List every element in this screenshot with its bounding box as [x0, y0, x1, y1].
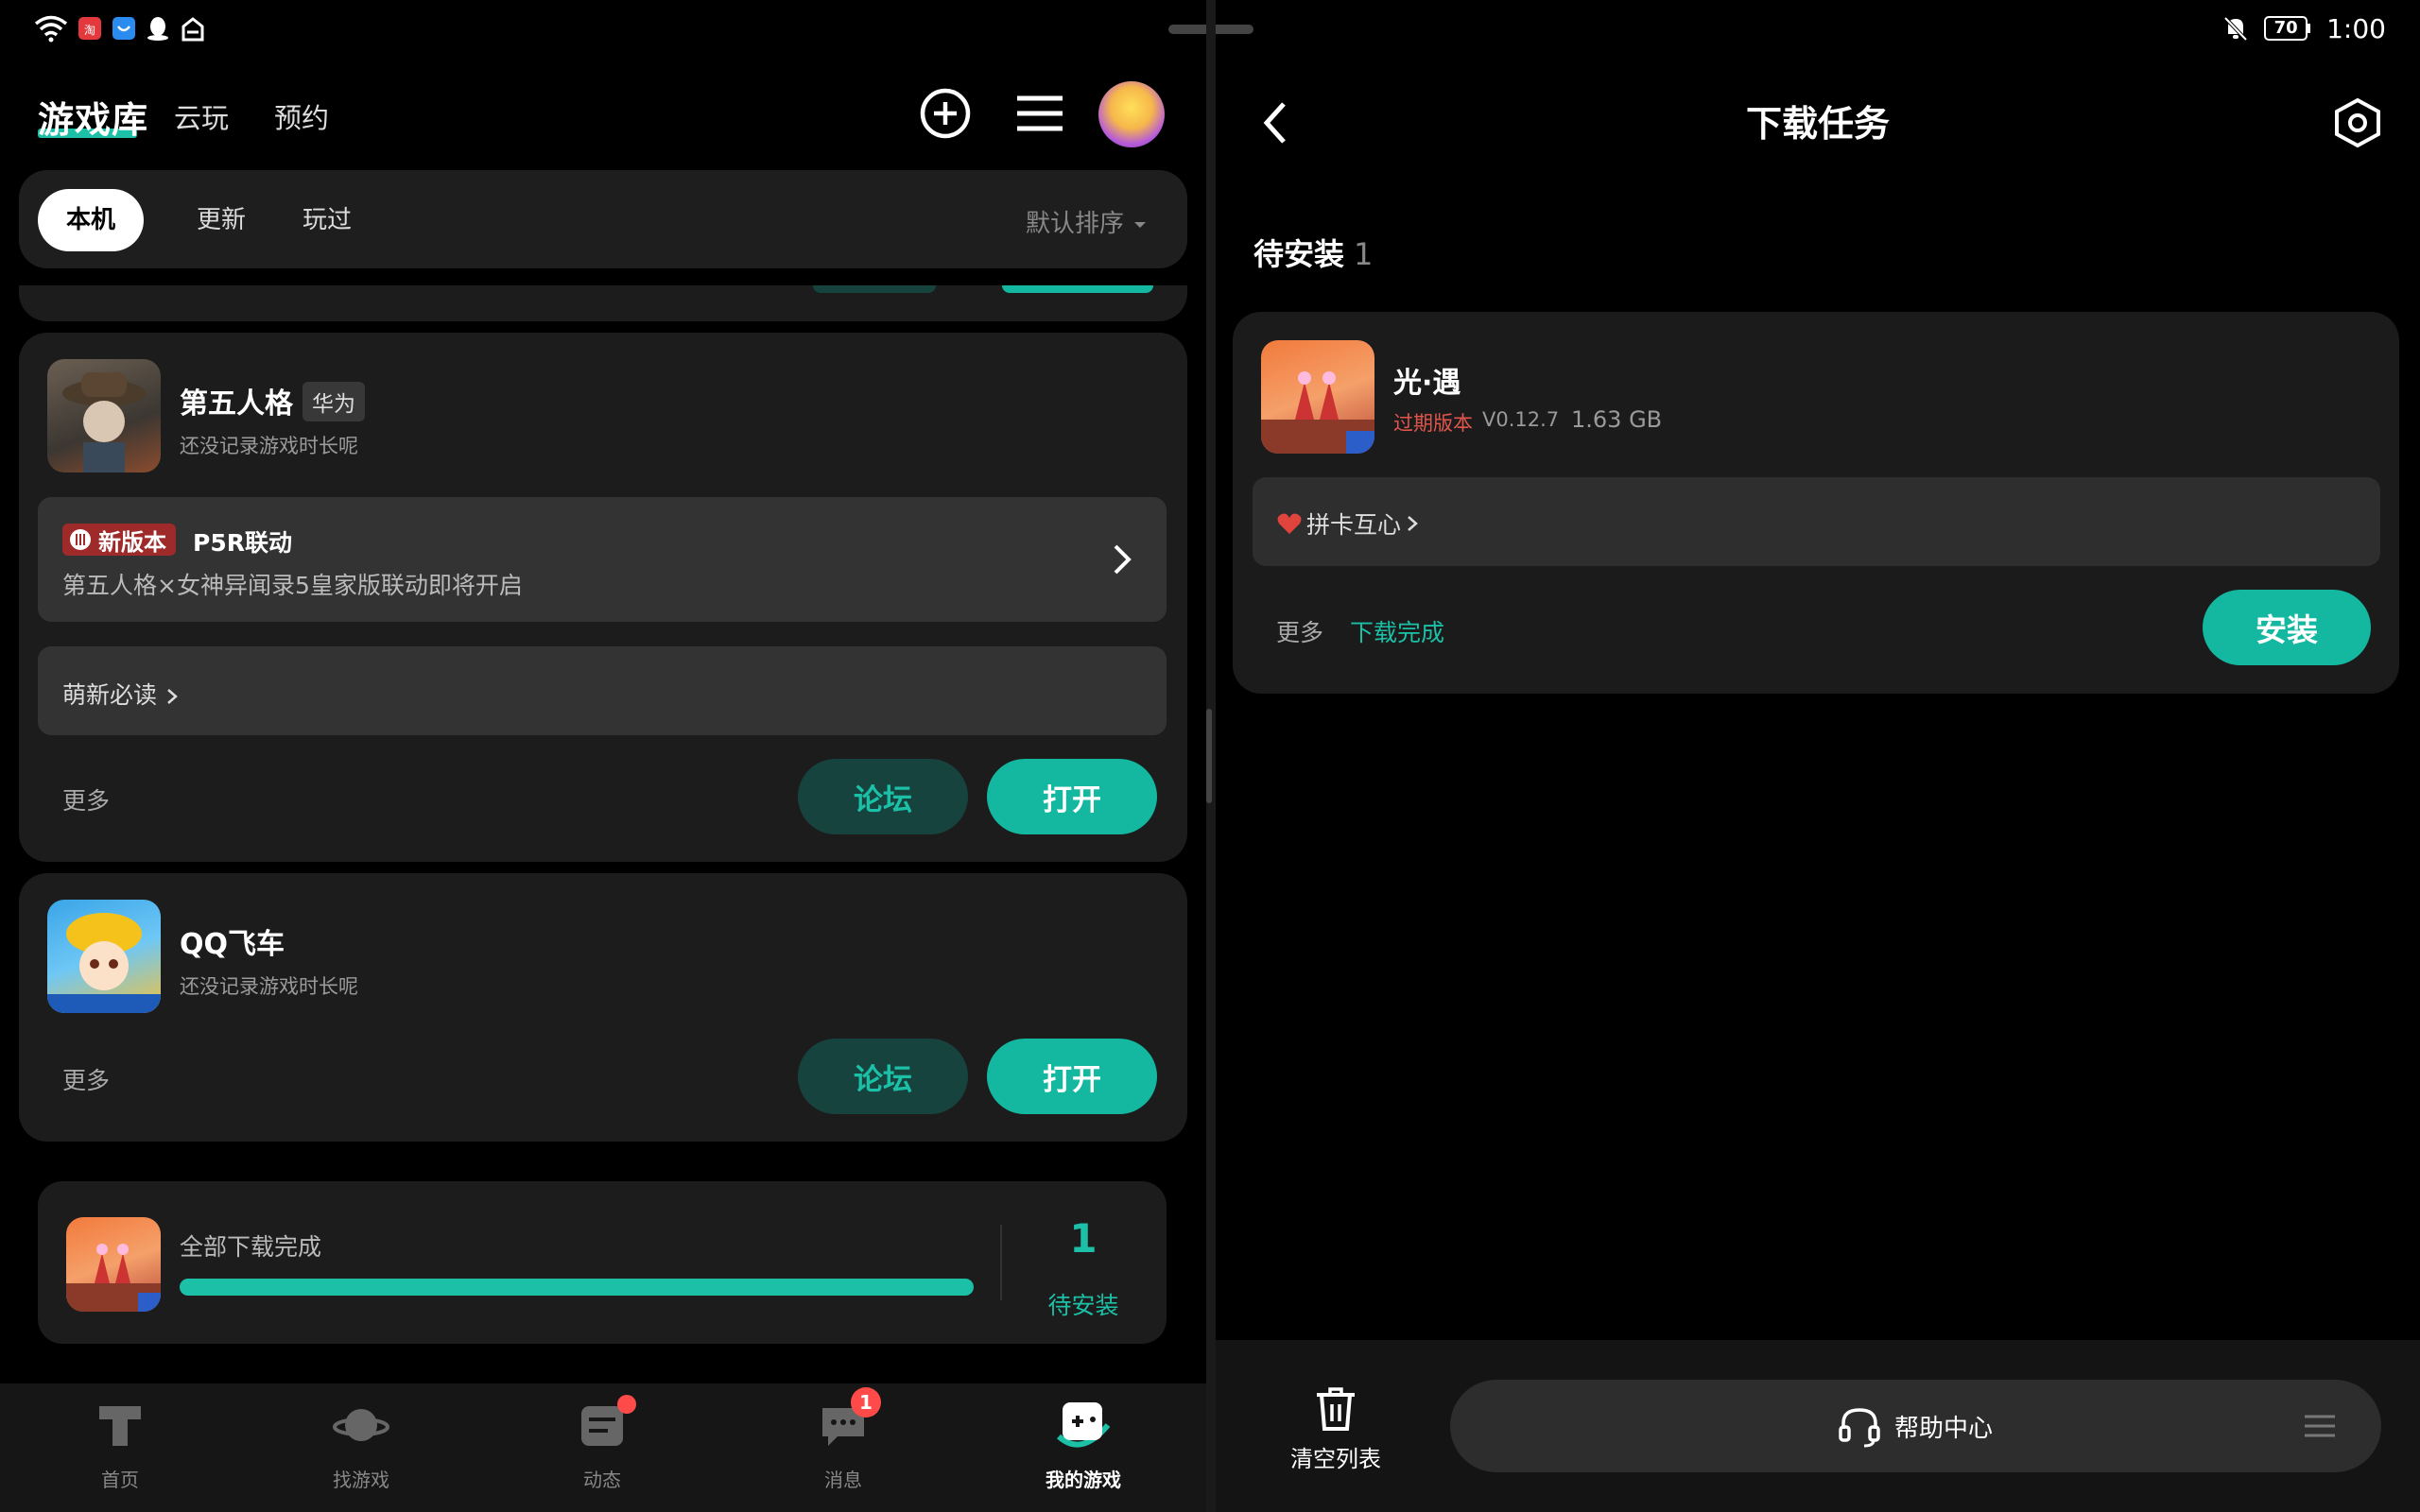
new-version-badge: 新版本 [62, 524, 176, 556]
tab-cloud-play[interactable]: 云玩 [174, 96, 229, 136]
game-icon-identity-v[interactable] [47, 359, 161, 472]
more-button[interactable]: 更多 [62, 782, 110, 816]
status-bar-left: 淘 [34, 11, 206, 45]
guide-link[interactable]: 萌新必读 [62, 677, 180, 711]
event-link[interactable]: 拼卡互心 [1276, 507, 1420, 541]
nav-home[interactable]: 首页 [44, 1399, 196, 1492]
section-title: 待安装 [1253, 236, 1345, 272]
nav-find-games[interactable]: 找游戏 [285, 1399, 437, 1492]
filter-played[interactable]: 玩过 [274, 189, 380, 251]
game-name: 第五人格 [180, 387, 293, 421]
mute-notification-icon [2222, 15, 2249, 42]
card-divider [1000, 1225, 1002, 1300]
download-complete-status: 下载完成 [1350, 619, 1445, 646]
event-panel[interactable] [1253, 477, 2380, 566]
home-icon [94, 1399, 147, 1452]
battery-icon: 70 [2264, 16, 2311, 41]
chat-icon: 1 [817, 1387, 881, 1452]
nav-messages[interactable]: 1 消息 [768, 1387, 919, 1492]
platform-tag: 华为 [302, 382, 365, 421]
game-icon-qq-speed[interactable] [47, 900, 161, 1013]
open-button[interactable]: 打开 [987, 1039, 1157, 1114]
help-center-label: 帮助中心 [1894, 1414, 1994, 1443]
clear-list-label: 清空列表 [1290, 1446, 1381, 1472]
pending-label: 待安装 [1047, 1292, 1119, 1319]
install-button[interactable]: 安装 [2203, 590, 2371, 665]
chevron-right-icon [1110, 541, 1136, 578]
status-bar-right: 70 1:00 [2222, 11, 2386, 45]
news-title: P5R联动 [193, 529, 292, 557]
game-name: QQ飞车 [180, 928, 285, 961]
settings-hexagon-icon[interactable] [2331, 96, 2384, 149]
split-drag-knob[interactable] [1206, 709, 1212, 803]
add-icon[interactable] [919, 87, 972, 140]
app-notification-icon: 淘 [78, 15, 102, 42]
heart-icon [1276, 511, 1303, 536]
menu-icon[interactable] [1013, 87, 1066, 140]
previous-game-card-edge [19, 285, 1187, 321]
forum-button[interactable]: 论坛 [798, 759, 968, 834]
tab-game-library[interactable]: 游戏库 [38, 91, 148, 143]
forum-button[interactable]: 论坛 [798, 1039, 968, 1114]
qq-icon [146, 15, 170, 42]
sort-label: 默认排序 [1026, 210, 1125, 238]
expired-version-label: 过期版本 [1393, 412, 1473, 435]
filter-local[interactable]: 本机 [38, 189, 145, 251]
more-button[interactable]: 更多 [1276, 614, 1323, 648]
news-banner[interactable] [38, 497, 1167, 622]
nav-label: 动态 [583, 1469, 621, 1491]
avatar[interactable] [1098, 81, 1165, 147]
game-icon-sky [66, 1217, 161, 1312]
chevron-right-small-icon [164, 686, 180, 707]
file-size: 1.63 GB [1571, 406, 1663, 433]
new-version-label: 新版本 [98, 528, 166, 556]
nav-label: 找游戏 [333, 1469, 389, 1491]
version-icon [68, 527, 93, 552]
section-count: 1 [1354, 236, 1374, 272]
wifi-icon [34, 14, 68, 43]
download-summary-card[interactable] [38, 1181, 1167, 1344]
planet-icon [333, 1399, 389, 1452]
my-games-icon [1053, 1399, 1114, 1452]
headset-icon [1838, 1404, 1881, 1448]
cloud-icon [180, 15, 206, 42]
feed-icon [576, 1395, 636, 1452]
section-header: 待安装 1 [1253, 231, 1373, 274]
pending-count: 1 [1069, 1215, 1098, 1262]
clock: 1:00 [2326, 12, 2386, 44]
nav-label: 消息 [824, 1469, 862, 1491]
version-number: V0.12.7 [1482, 408, 1560, 431]
game-icon-sky[interactable] [1261, 340, 1374, 454]
nav-feed[interactable]: 动态 [527, 1395, 678, 1492]
nav-my-games[interactable]: 我的游戏 [1008, 1399, 1159, 1492]
page-title: 下载任务 [1745, 103, 1890, 145]
news-description: 第五人格×女神异闻录5皇家版联动即将开启 [62, 572, 523, 599]
trash-icon [1313, 1385, 1358, 1433]
tab-reservation[interactable]: 预约 [274, 96, 329, 136]
nav-label: 首页 [101, 1469, 139, 1491]
guide-label: 萌新必读 [62, 681, 158, 709]
svg-text:淘: 淘 [84, 24, 95, 37]
chevron-right-small-icon [1405, 513, 1420, 534]
download-status: 全部下载完成 [180, 1233, 322, 1261]
task-game-name: 光·遇 [1393, 367, 1461, 400]
guide-panel[interactable] [38, 646, 1167, 735]
caret-down-icon [1132, 218, 1149, 232]
list-menu-icon[interactable] [2303, 1412, 2337, 1440]
message-app-icon [112, 15, 136, 42]
battery-level: 70 [2273, 18, 2298, 38]
unread-badge: 1 [851, 1387, 881, 1418]
clear-list-button[interactable]: 清空列表 [1274, 1385, 1397, 1473]
notification-dot [617, 1395, 636, 1414]
filter-update[interactable]: 更新 [168, 189, 274, 251]
nav-label: 我的游戏 [1046, 1469, 1121, 1491]
help-center-button[interactable]: 帮助中心 [1838, 1404, 1993, 1448]
open-button[interactable]: 打开 [987, 759, 1157, 834]
more-button[interactable]: 更多 [62, 1062, 110, 1096]
download-progress-fill [180, 1279, 974, 1296]
sort-dropdown[interactable]: 默认排序 [1026, 204, 1149, 239]
event-label: 拼卡互心 [1306, 511, 1402, 539]
playtime-text: 还没记录游戏时长呢 [180, 435, 358, 457]
playtime-text: 还没记录游戏时长呢 [180, 975, 358, 998]
